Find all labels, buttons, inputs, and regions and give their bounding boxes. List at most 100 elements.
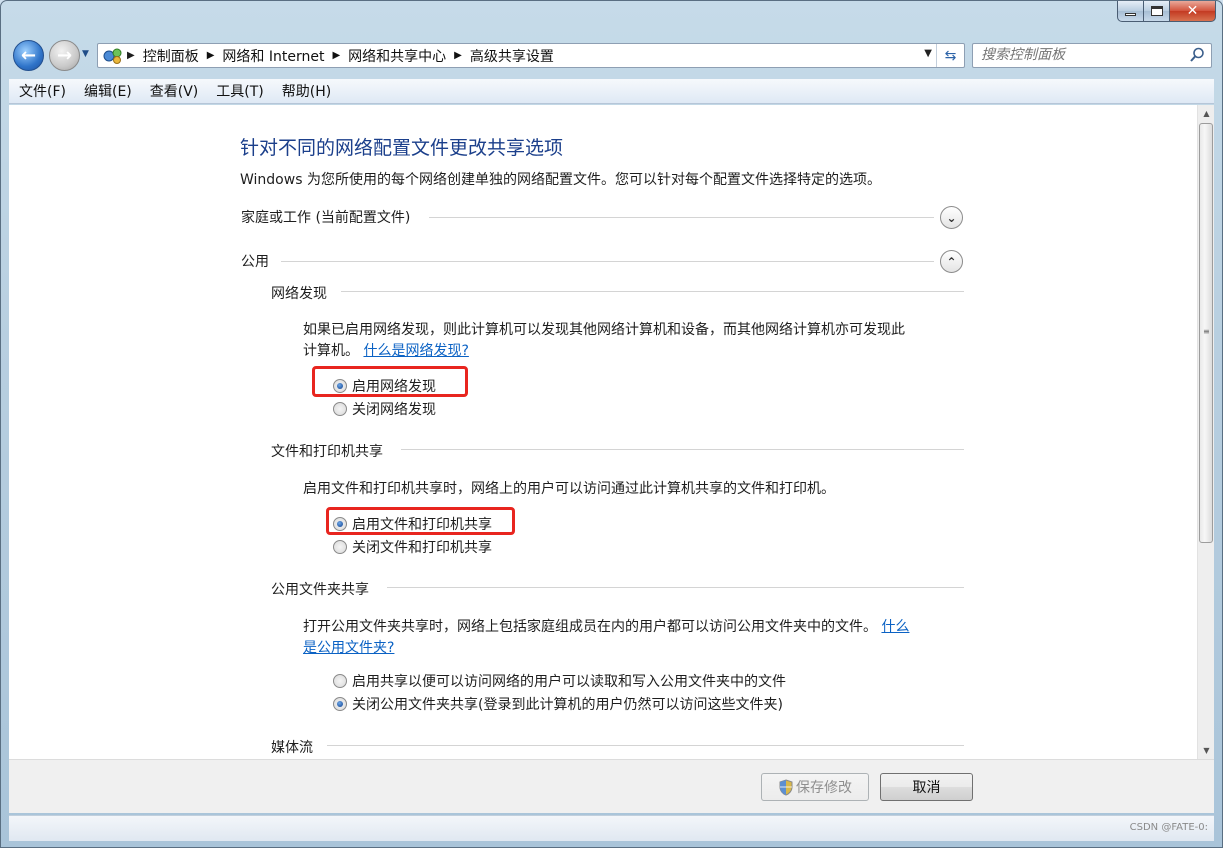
chevron-down-icon: ▼ [82, 49, 89, 59]
menu-view[interactable]: 查看(V) [140, 81, 207, 101]
enable-file-printer-sharing-radio[interactable]: 启用文件和打印机共享 [333, 514, 492, 534]
arrow-left-icon: ← [20, 45, 37, 66]
divider [401, 449, 964, 450]
enable-public-folder-sharing-radio[interactable]: 启用共享以便可以访问网络的用户可以读取和写入公用文件夹中的文件 [333, 671, 786, 691]
search-input[interactable] [981, 44, 1186, 66]
status-bar: CSDN @FATE-0: [9, 815, 1214, 841]
enable-network-discovery-radio[interactable]: 启用网络发现 [333, 376, 436, 396]
footer-bar: 保存修改 取消 [9, 759, 1214, 813]
paragraph-line: 计算机。 什么是网络发现? [303, 341, 963, 362]
paragraph-line: 如果已启用网络发现，则此计算机可以发现其他网络计算机和设备，而其他网络计算机亦可… [303, 322, 905, 338]
minimize-button[interactable] [1117, 1, 1144, 22]
breadcrumb-separator-icon: ▶ [127, 50, 135, 61]
minimize-icon [1125, 13, 1136, 16]
forward-button[interactable]: → [49, 40, 80, 71]
radio-label: 关闭网络发现 [352, 402, 436, 418]
back-button[interactable]: ← [13, 40, 44, 71]
maximize-button[interactable] [1144, 1, 1170, 22]
breadcrumb-separator-icon[interactable]: ▶ [454, 50, 462, 61]
radio-label: 启用文件和打印机共享 [352, 517, 492, 533]
breadcrumb-item[interactable]: 网络和共享中心 [348, 46, 446, 66]
radio-unselected-icon[interactable] [333, 540, 347, 554]
what-is-network-discovery-link[interactable]: 什么是网络发现? [363, 343, 468, 359]
vertical-scrollbar[interactable]: ▲ ≡ ▼ [1197, 105, 1214, 759]
chevron-up-icon: ⌃ [946, 254, 957, 269]
page-description: Windows 为您所使用的每个网络创建单独的网络配置文件。您可以针对每个配置文… [240, 172, 881, 188]
what-is-public-folder-link[interactable]: 什么 [881, 619, 909, 635]
chevron-down-icon: ⌄ [946, 210, 957, 225]
paragraph-line: 是公用文件夹? [303, 638, 963, 659]
disable-network-discovery-radio[interactable]: 关闭网络发现 [333, 399, 436, 419]
divider [327, 745, 964, 746]
recent-pages-dropdown[interactable]: ▼ [82, 49, 94, 63]
network-discovery-heading: 网络发现 [271, 286, 327, 302]
grip-icon: ≡ [1203, 327, 1210, 336]
navigation-bar: ← → ▼ ▶ 控制面板 ▶ 网络和 Internet ▶ 网络和共享中心 ▶ … [1, 35, 1222, 77]
radio-selected-icon[interactable] [333, 517, 347, 531]
content-pane: 针对不同的网络配置文件更改共享选项 Windows 为您所使用的每个网络创建单独… [9, 105, 1214, 759]
media-streaming-heading: 媒体流 [271, 740, 313, 756]
control-panel-icon [101, 46, 125, 66]
close-button[interactable]: ✕ [1170, 1, 1216, 22]
radio-label: 关闭文件和打印机共享 [352, 540, 492, 556]
divider [429, 217, 934, 218]
radio-unselected-icon[interactable] [333, 402, 347, 416]
breadcrumb-item[interactable]: 高级共享设置 [470, 46, 554, 66]
public-folder-sharing-text: 打开公用文件夹共享时，网络上包括家庭组成员在内的用户都可以访问公用文件夹中的文件… [303, 617, 963, 659]
paragraph-text: 打开公用文件夹共享时，网络上包括家庭组成员在内的用户都可以访问公用文件夹中的文件… [303, 619, 877, 635]
profile-label: 家庭或工作 (当前配置文件) [241, 210, 411, 226]
divider [281, 261, 934, 262]
menu-help[interactable]: 帮助(H) [272, 81, 339, 101]
radio-selected-icon[interactable] [333, 379, 347, 393]
menu-edit[interactable]: 编辑(E) [74, 81, 140, 101]
radio-selected-icon[interactable] [333, 697, 347, 711]
search-box[interactable] [972, 43, 1212, 68]
cancel-button[interactable]: 取消 [880, 773, 973, 801]
breadcrumb-item[interactable]: 网络和 Internet [222, 46, 324, 66]
address-bar[interactable]: ▶ 控制面板 ▶ 网络和 Internet ▶ 网络和共享中心 ▶ 高级共享设置… [97, 43, 965, 68]
save-changes-button[interactable]: 保存修改 [761, 773, 869, 801]
breadcrumb-separator-icon[interactable]: ▶ [332, 50, 340, 61]
arrow-right-icon: → [56, 45, 73, 66]
save-changes-label: 保存修改 [796, 780, 852, 796]
profile-public[interactable]: 公用 [241, 251, 269, 271]
disable-public-folder-sharing-radio[interactable]: 关闭公用文件夹共享(登录到此计算机的用户仍然可以访问这些文件夹) [333, 694, 783, 714]
scrollbar-thumb[interactable]: ≡ [1199, 123, 1213, 543]
divider [387, 587, 964, 588]
watermark: CSDN @FATE-0: [1129, 822, 1208, 833]
network-discovery-text: 如果已启用网络发现，则此计算机可以发现其他网络计算机和设备，而其他网络计算机亦可… [303, 320, 963, 362]
page-title: 针对不同的网络配置文件更改共享选项 [240, 137, 564, 159]
radio-unselected-icon[interactable] [333, 674, 347, 688]
address-dropdown-icon[interactable]: ▼ [924, 48, 932, 59]
maximize-icon [1150, 6, 1163, 16]
scroll-up-icon[interactable]: ▲ [1198, 105, 1214, 122]
cancel-label: 取消 [912, 780, 941, 796]
breadcrumb-separator-icon[interactable]: ▶ [207, 50, 215, 61]
close-icon: ✕ [1186, 3, 1199, 19]
file-printer-sharing-text: 启用文件和打印机共享时，网络上的用户可以访问通过此计算机共享的文件和打印机。 [303, 481, 835, 497]
breadcrumb-item[interactable]: 控制面板 [143, 46, 199, 66]
paragraph-line: 打开公用文件夹共享时，网络上包括家庭组成员在内的用户都可以访问公用文件夹中的文件… [303, 617, 963, 638]
radio-label: 关闭公用文件夹共享(登录到此计算机的用户仍然可以访问这些文件夹) [352, 697, 783, 713]
explorer-window: ✕ ← → ▼ ▶ 控制面板 ▶ 网络和 Internet ▶ 网络和共享中心 … [0, 0, 1223, 848]
menu-bar: 文件(F) 编辑(E) 查看(V) 工具(T) 帮助(H) [9, 79, 1214, 104]
menu-tools[interactable]: 工具(T) [206, 81, 271, 101]
profile-label: 公用 [241, 254, 269, 270]
breadcrumb: 控制面板 ▶ 网络和 Internet ▶ 网络和共享中心 ▶ 高级共享设置 [143, 46, 554, 66]
radio-label: 启用网络发现 [352, 379, 436, 395]
menu-file[interactable]: 文件(F) [9, 81, 74, 101]
profile-home-work[interactable]: 家庭或工作 (当前配置文件) [241, 207, 410, 227]
collapse-button[interactable]: ⌃ [940, 250, 963, 273]
refresh-icon: ⇆ [944, 47, 957, 64]
caption-buttons: ✕ [1117, 1, 1216, 23]
radio-label: 启用共享以便可以访问网络的用户可以读取和写入公用文件夹中的文件 [352, 674, 786, 690]
divider [341, 291, 964, 292]
disable-file-printer-sharing-radio[interactable]: 关闭文件和打印机共享 [333, 537, 492, 557]
scroll-down-icon[interactable]: ▼ [1198, 742, 1214, 759]
search-icon[interactable] [1189, 47, 1205, 63]
file-printer-sharing-heading: 文件和打印机共享 [271, 444, 383, 460]
expand-button[interactable]: ⌄ [940, 206, 963, 229]
refresh-button[interactable]: ⇆ [936, 44, 964, 67]
shield-icon [779, 778, 793, 796]
what-is-public-folder-link[interactable]: 是公用文件夹? [303, 640, 394, 656]
